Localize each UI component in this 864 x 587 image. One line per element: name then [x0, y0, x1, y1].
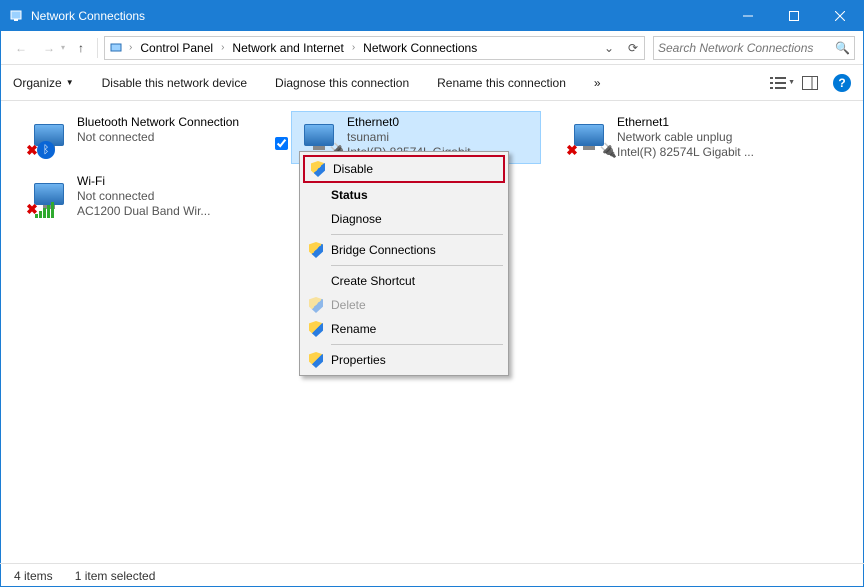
- menu-label: Properties: [331, 353, 386, 367]
- connection-status: Not connected: [77, 130, 239, 145]
- organize-label: Organize: [13, 76, 62, 90]
- separator: [97, 38, 98, 58]
- disable-device-button[interactable]: Disable this network device: [102, 76, 247, 90]
- history-dropdown[interactable]: ▾: [61, 43, 65, 52]
- maximize-button[interactable]: [771, 1, 817, 31]
- search-box[interactable]: 🔍: [653, 36, 855, 60]
- refresh-button[interactable]: ⟳: [622, 37, 644, 59]
- shield-icon: [307, 241, 325, 259]
- context-menu: Disable Status Diagnose Bridge Connectio…: [299, 151, 509, 376]
- menu-separator: [331, 344, 503, 345]
- shield-icon: [307, 296, 325, 314]
- connection-bluetooth[interactable]: ✖ ᛒ Bluetooth Network Connection Not con…: [21, 111, 271, 164]
- menu-status[interactable]: Status: [303, 183, 505, 207]
- content-area: ✖ ᛒ Bluetooth Network Connection Not con…: [1, 101, 863, 562]
- menu-bridge[interactable]: Bridge Connections: [303, 238, 505, 262]
- chevron-right-icon: ›: [219, 42, 226, 53]
- minimize-button[interactable]: [725, 1, 771, 31]
- breadcrumb[interactable]: › Control Panel › Network and Internet ›…: [104, 36, 645, 60]
- ethernet-plug-icon: 🔌: [600, 142, 617, 159]
- network-adapter-icon: 🔌: [297, 115, 341, 155]
- connection-checkbox[interactable]: [275, 137, 288, 150]
- shield-icon: [307, 320, 325, 338]
- titlebar: Network Connections: [1, 1, 863, 31]
- toolbar: Organize ▼ Disable this network device D…: [1, 65, 863, 101]
- search-input[interactable]: [658, 41, 835, 55]
- menu-rename[interactable]: Rename: [303, 317, 505, 341]
- toolbar-overflow[interactable]: »: [594, 76, 601, 90]
- connection-ethernet1[interactable]: ✖ 🔌 Ethernet1 Network cable unplug Intel…: [561, 111, 811, 164]
- rename-connection-button[interactable]: Rename this connection: [437, 76, 566, 90]
- menu-label: Disable: [333, 162, 373, 176]
- disconnected-icon: ✖: [565, 143, 579, 157]
- connection-status: Not connected: [77, 189, 210, 204]
- address-dropdown[interactable]: ⌄: [598, 37, 620, 59]
- connection-name: Wi-Fi: [77, 174, 210, 189]
- network-adapter-icon: ✖: [27, 174, 71, 214]
- search-icon[interactable]: 🔍: [835, 41, 850, 55]
- menu-disable[interactable]: Disable: [305, 157, 503, 181]
- address-bar: ← → ▾ ↑ › Control Panel › Network and In…: [1, 31, 863, 65]
- menu-label: Status: [331, 188, 368, 202]
- chevron-down-icon: ▼: [66, 78, 74, 87]
- menu-label: Bridge Connections: [331, 243, 436, 257]
- crumb-network-connections[interactable]: Network Connections: [359, 41, 481, 55]
- connection-name: Ethernet1: [617, 115, 754, 130]
- connection-name: Ethernet0: [347, 115, 484, 130]
- menu-create-shortcut[interactable]: Create Shortcut: [303, 269, 505, 293]
- chevron-right-icon: ›: [350, 42, 357, 53]
- window-title: Network Connections: [31, 9, 725, 23]
- menu-label: Create Shortcut: [331, 274, 415, 288]
- menu-separator: [331, 265, 503, 266]
- connection-status: tsunami: [347, 130, 484, 145]
- forward-button[interactable]: →: [37, 36, 61, 60]
- connection-device: AC1200 Dual Band Wir...: [77, 204, 210, 219]
- bluetooth-icon: ᛒ: [37, 141, 55, 159]
- status-bar: 4 items 1 item selected: [0, 563, 864, 587]
- connection-status: Network cable unplug: [617, 130, 754, 145]
- network-adapter-icon: ✖ ᛒ: [27, 115, 71, 155]
- preview-pane-button[interactable]: [801, 74, 819, 92]
- crumb-control-panel[interactable]: Control Panel: [136, 41, 217, 55]
- connection-wifi[interactable]: ✖ Wi-Fi Not connected AC1200 Dual Band W…: [21, 170, 271, 223]
- menu-label: Rename: [331, 322, 376, 336]
- crumb-network-internet[interactable]: Network and Internet: [228, 41, 347, 55]
- menu-label: Delete: [331, 298, 366, 312]
- selected-count: 1 item selected: [75, 569, 156, 583]
- up-button[interactable]: ↑: [71, 36, 91, 60]
- diagnose-connection-button[interactable]: Diagnose this connection: [275, 76, 409, 90]
- shield-icon: [309, 160, 327, 178]
- shield-icon: [307, 351, 325, 369]
- connection-name: Bluetooth Network Connection: [77, 115, 239, 130]
- menu-separator: [331, 234, 503, 235]
- menu-diagnose[interactable]: Diagnose: [303, 207, 505, 231]
- menu-label: Diagnose: [331, 212, 382, 226]
- close-button[interactable]: [817, 1, 863, 31]
- location-icon: [109, 40, 125, 56]
- wifi-signal-icon: [35, 202, 54, 218]
- menu-properties[interactable]: Properties: [303, 348, 505, 372]
- organize-button[interactable]: Organize ▼: [13, 76, 74, 90]
- connection-device: Intel(R) 82574L Gigabit ...: [617, 145, 754, 160]
- chevron-right-icon: ›: [127, 42, 134, 53]
- app-icon: [9, 8, 25, 24]
- network-adapter-icon: ✖ 🔌: [567, 115, 611, 155]
- view-options-button[interactable]: ▼: [769, 74, 787, 92]
- menu-delete: Delete: [303, 293, 505, 317]
- item-count: 4 items: [14, 569, 53, 583]
- help-button[interactable]: ?: [833, 74, 851, 92]
- back-button[interactable]: ←: [9, 36, 33, 60]
